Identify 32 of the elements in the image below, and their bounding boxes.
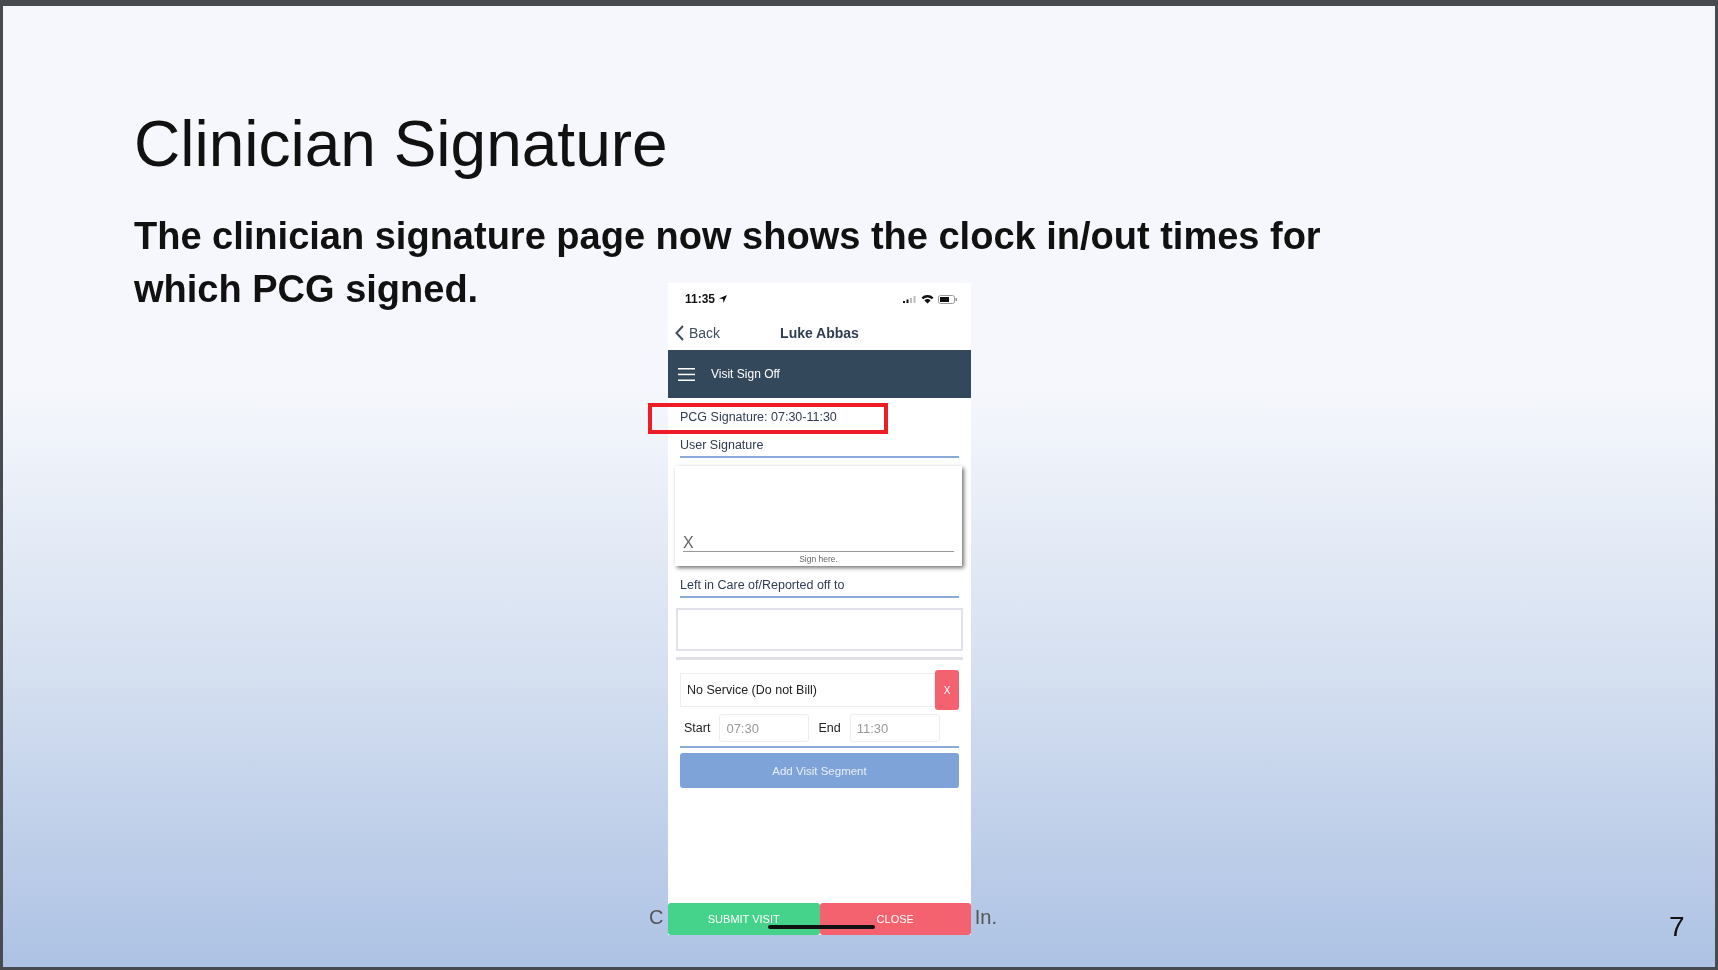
start-time-field[interactable]: 07:30	[719, 714, 810, 742]
signature-hint: Sign here.	[799, 554, 838, 564]
wifi-icon	[921, 294, 934, 304]
input-field[interactable]	[676, 608, 963, 651]
end-time-field[interactable]: 11:30	[849, 714, 940, 742]
signature-pad[interactable]: X Sign here.	[675, 466, 962, 566]
footer-text: C	[649, 906, 664, 929]
field-label: Left in Care of/Reported off to	[680, 578, 959, 598]
slide-subtitle: which PCG signed.	[134, 267, 479, 312]
back-button[interactable]: Back	[675, 324, 721, 341]
field-label: User Signature	[680, 438, 959, 458]
signature-mark: X	[683, 535, 695, 551]
chevron-left-icon	[675, 324, 684, 341]
start-label: Start	[684, 721, 711, 735]
location-arrow-icon	[719, 295, 728, 303]
footer-text: In.	[974, 906, 997, 929]
signal-icon	[903, 295, 917, 303]
close-button[interactable]: CLOSE	[819, 903, 971, 935]
slide-title: Clinician Signature	[134, 107, 669, 182]
screen-title: Visit Sign Off	[711, 367, 780, 381]
battery-icon	[938, 294, 958, 304]
menu-icon[interactable]	[678, 367, 695, 381]
submit-button[interactable]: SUBMIT VISIT	[668, 903, 820, 935]
slide-subtitle: The clinician signature page now shows the clock in/out times for	[134, 214, 1321, 259]
page-number: 7	[1669, 911, 1685, 943]
patient-name: Luke Abbas	[780, 324, 859, 341]
service-field[interactable]: No Service (Do not Bill)	[680, 673, 935, 707]
remove-button[interactable]: X	[935, 670, 959, 710]
add-segment-button[interactable]: Add Visit Segment	[680, 753, 959, 788]
status-time: 11:35	[685, 292, 716, 306]
end-label: End	[818, 721, 841, 735]
pcg-signature-text: PCG Signature: 07:30-11:30	[680, 410, 837, 424]
